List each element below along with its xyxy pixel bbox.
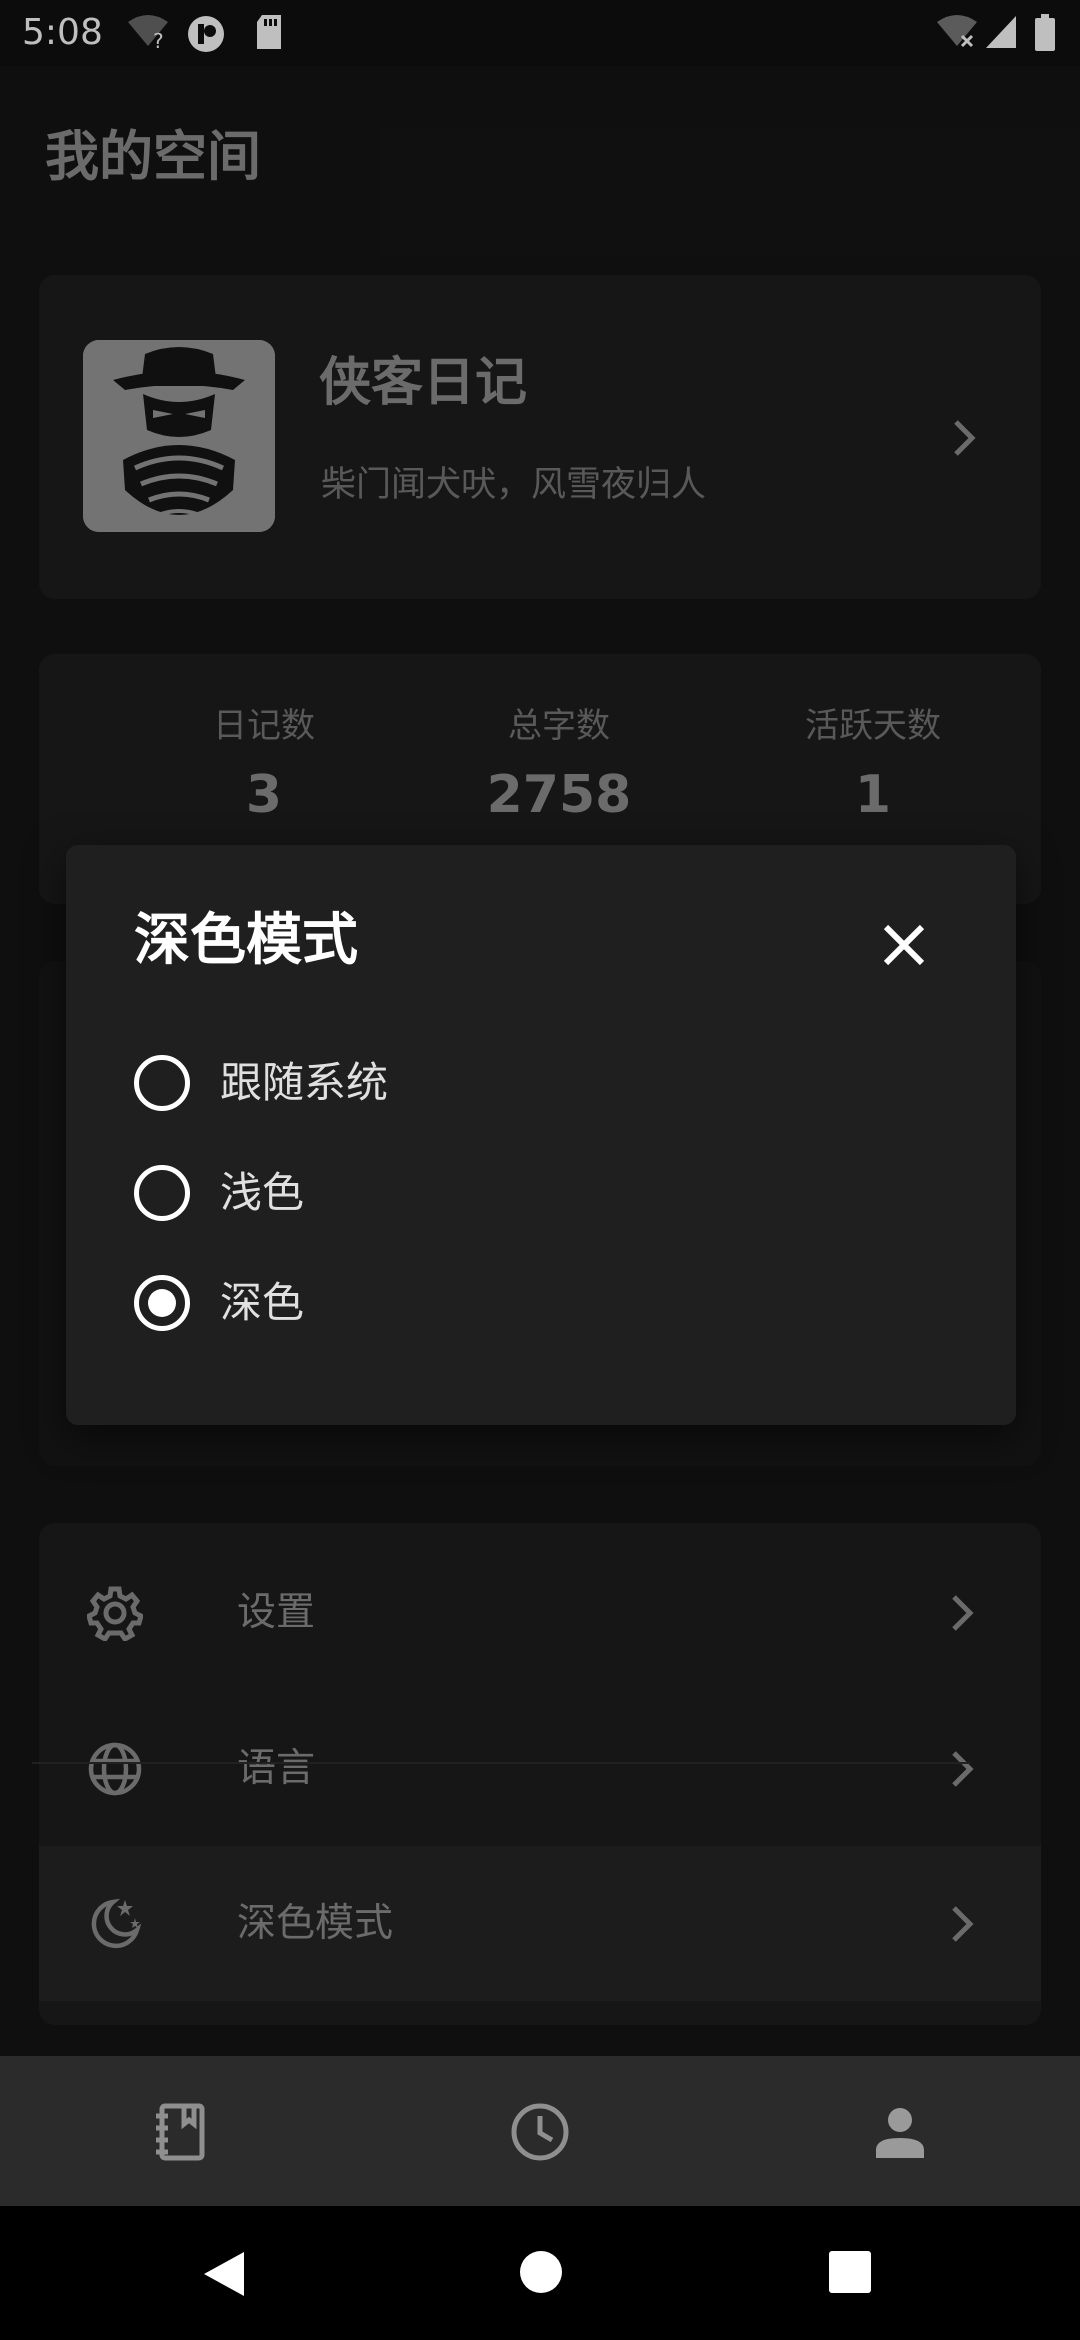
- close-icon[interactable]: [874, 915, 934, 975]
- radio-button[interactable]: [134, 1165, 190, 1221]
- option-label: 跟随系统: [220, 1058, 389, 1107]
- option-label: 深色: [220, 1278, 305, 1327]
- person-icon[interactable]: [868, 2100, 932, 2164]
- option-follow-system[interactable]: 跟随系统: [134, 1045, 734, 1125]
- option-dark[interactable]: 深色: [134, 1265, 734, 1345]
- back-icon[interactable]: [202, 2250, 246, 2298]
- dark-mode-dialog: 深色模式 跟随系统 浅色 深色: [66, 845, 1016, 1425]
- radio-button-selected[interactable]: [134, 1275, 190, 1331]
- bottom-nav: [0, 2056, 1080, 2206]
- dialog-title: 深色模式: [134, 908, 358, 973]
- option-label: 浅色: [220, 1168, 305, 1217]
- notebook-icon[interactable]: [148, 2100, 212, 2164]
- clock-icon[interactable]: [508, 2100, 572, 2164]
- home-icon[interactable]: [519, 2250, 563, 2294]
- radio-dot: [148, 1289, 176, 1317]
- system-nav-bar: [0, 2206, 1080, 2340]
- recents-icon[interactable]: [828, 2250, 872, 2294]
- option-light[interactable]: 浅色: [134, 1155, 734, 1235]
- radio-button[interactable]: [134, 1055, 190, 1111]
